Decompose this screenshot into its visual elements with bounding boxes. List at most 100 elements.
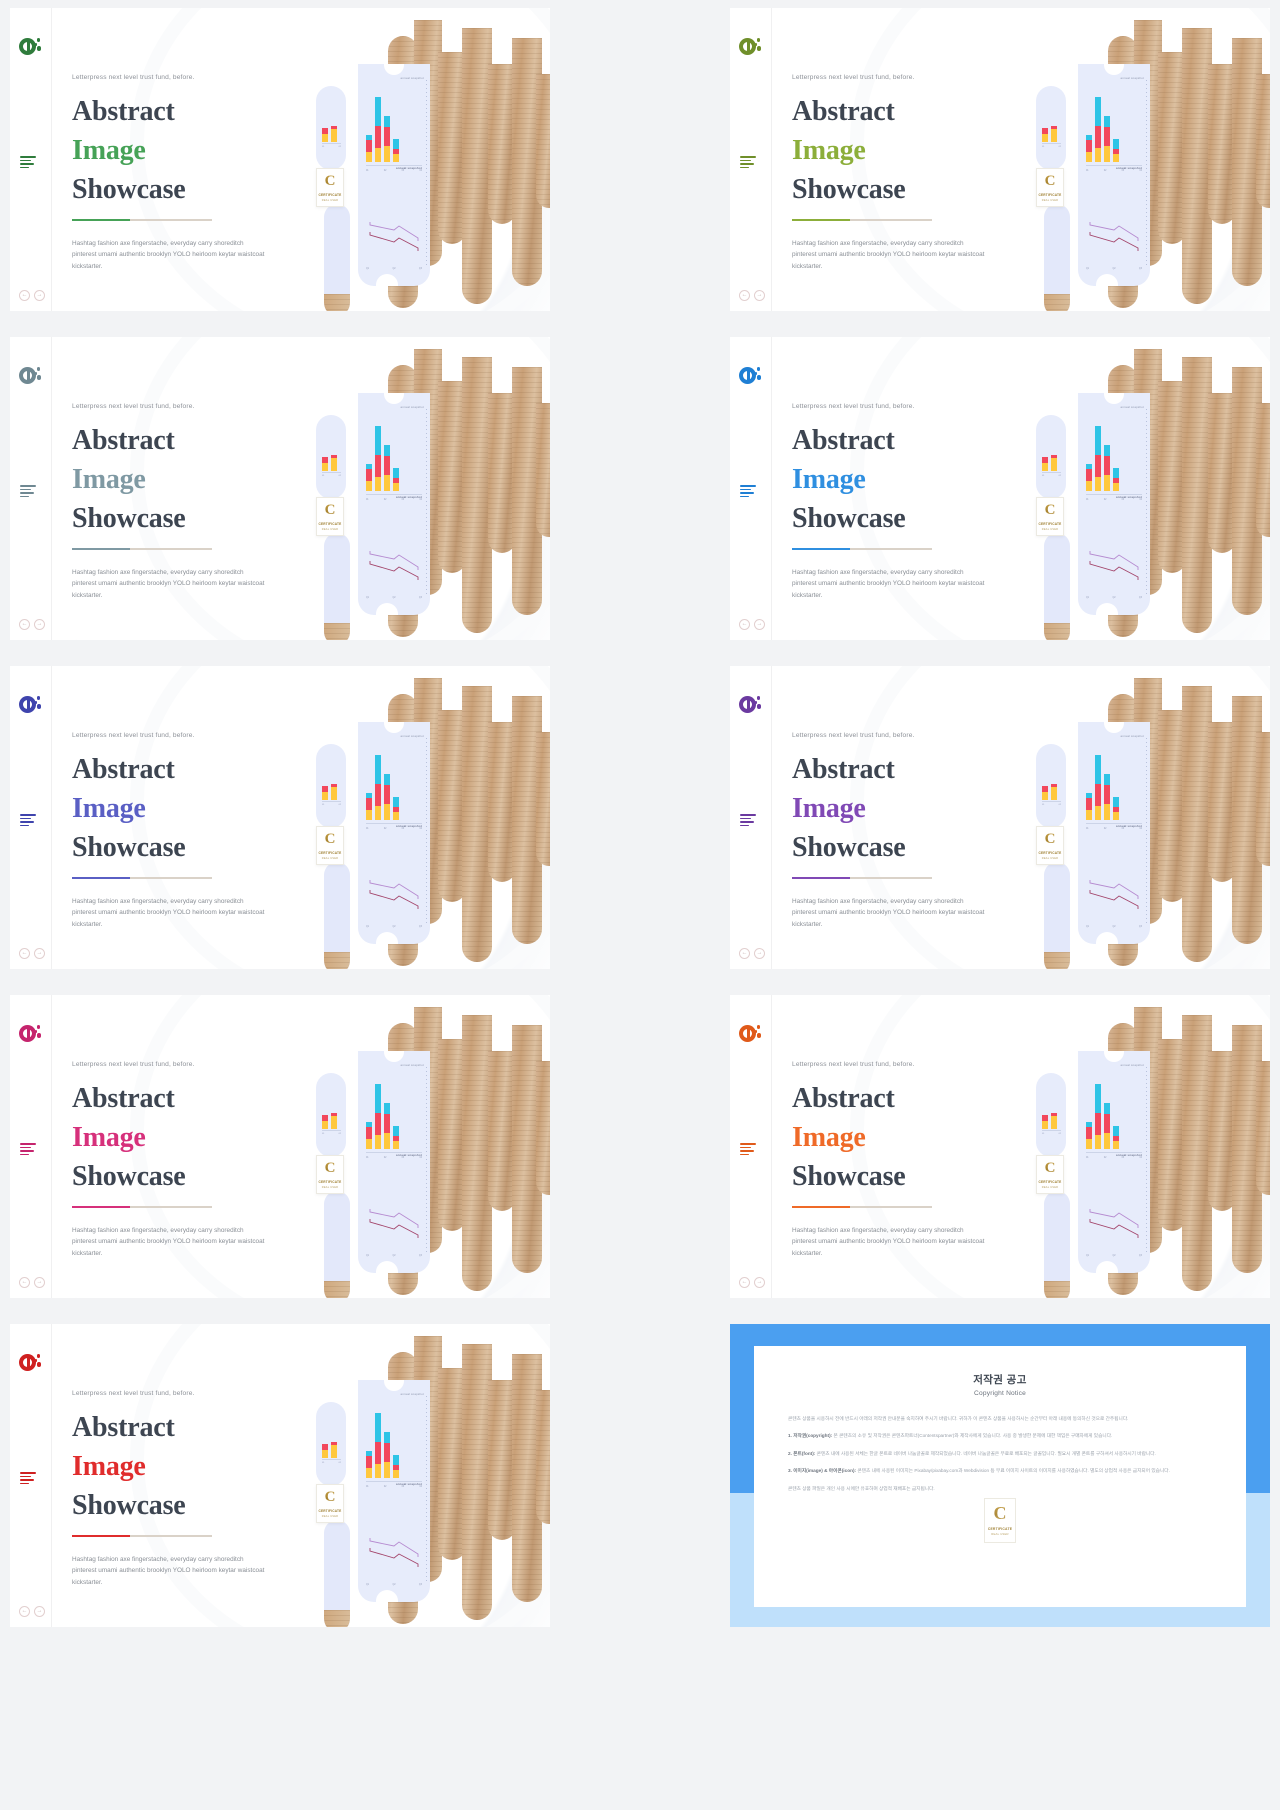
brand-logo-icon[interactable] (739, 1024, 761, 1046)
tick-label: 03 (401, 1157, 405, 1159)
slide-navigation[interactable]: ← → (19, 1606, 45, 1617)
slide-text-block: Letterpress next level trust fund, befor… (72, 74, 322, 272)
prev-arrow-icon[interactable]: ← (739, 948, 750, 959)
chart-panel: annual snapshot 01 02 03 04 annual snapshot… (358, 1380, 430, 1602)
chart-title-top: annual snapshot (400, 1392, 424, 1396)
brand-logo-icon[interactable] (19, 366, 41, 388)
next-arrow-icon[interactable]: → (754, 1277, 765, 1288)
slide-navigation[interactable]: ← → (19, 619, 45, 630)
body-blurb: Hashtag fashion axe fingerstache, everyd… (72, 1226, 265, 1257)
copyright-slide: 저작권 공고 Copyright Notice 콘텐츠 상품을 시용하시 전에 … (730, 1324, 1270, 1627)
title-line-1: Abstract (72, 1083, 175, 1114)
brand-logo-icon[interactable] (19, 1353, 41, 1375)
slide-card-indigo[interactable]: ← → Letterpress next level trust fund, b… (10, 666, 550, 969)
tick-label: Q1 (1086, 926, 1090, 928)
tick-label: 01 (322, 1133, 325, 1135)
title-line-2: Image (792, 793, 866, 824)
next-arrow-icon[interactable]: → (754, 948, 765, 959)
brand-logo-icon[interactable] (19, 695, 41, 717)
bar-segment-segment-c (375, 426, 381, 455)
bar-04 (393, 467, 399, 491)
slide-card-slate[interactable]: ← → Letterpress next level trust fund, b… (10, 337, 550, 640)
bar-segment-segment-a (1086, 152, 1092, 162)
brand-logo-icon[interactable] (19, 1024, 41, 1046)
title-line-1: Abstract (792, 1083, 895, 1114)
title-line-2: Image (72, 135, 146, 166)
prev-arrow-icon[interactable]: ← (19, 1606, 30, 1617)
prev-arrow-icon[interactable]: ← (19, 619, 30, 630)
bar-segment-segment-b (384, 1442, 390, 1462)
eyebrow-suffix: before. (892, 732, 915, 739)
tick-label: 03 (401, 1486, 405, 1488)
line-chart (1089, 880, 1139, 909)
slide-navigation[interactable]: ← → (19, 948, 45, 959)
brand-logo-icon[interactable] (19, 37, 41, 59)
line-chart (369, 880, 419, 909)
slide-card-red[interactable]: ← → Letterpress next level trust fund, b… (10, 1324, 550, 1627)
next-arrow-icon[interactable]: → (34, 290, 45, 301)
line-series-line-b (369, 890, 419, 909)
slide-navigation[interactable]: ← → (19, 290, 45, 301)
abstract-artwork: 01 02 annual snapshot 01 02 03 04 annual sna… (310, 1324, 550, 1627)
wood-drip-7 (1256, 732, 1270, 866)
tick-label: 01 (366, 170, 369, 172)
bar-04 (393, 138, 399, 162)
tick-label: 01 (366, 1157, 369, 1159)
panel-notch-top (1104, 393, 1124, 404)
bar-segment-segment-a (1104, 1132, 1110, 1149)
slide-card-blue[interactable]: ← → Letterpress next level trust fund, b… (730, 337, 1270, 640)
prev-arrow-icon[interactable]: ← (19, 290, 30, 301)
title-line-1: Abstract (792, 754, 895, 785)
bar-01 (1042, 1114, 1048, 1129)
next-arrow-icon[interactable]: → (34, 1277, 45, 1288)
slide-navigation[interactable]: ← → (739, 290, 765, 301)
brand-logo-icon[interactable] (739, 366, 761, 388)
slide-card-olive[interactable]: ← → Letterpress next level trust fund, b… (730, 8, 1270, 311)
panel-notch-bottom (376, 1590, 398, 1602)
prev-arrow-icon[interactable]: ← (19, 1277, 30, 1288)
slide-navigation[interactable]: ← → (739, 1277, 765, 1288)
bar-segment-segment-a (375, 476, 381, 491)
slide-navigation[interactable]: ← → (19, 1277, 45, 1288)
bar-02 (1051, 783, 1057, 800)
chart-panel: annual snapshot 01 02 03 04 annual snapshot… (358, 393, 430, 615)
text-lines-icon (20, 485, 36, 498)
prev-arrow-icon[interactable]: ← (19, 948, 30, 959)
chart-tick-rail (1146, 409, 1147, 595)
brand-logo-icon[interactable] (739, 37, 761, 59)
chart-x-ticks: 01 02 03 04 (366, 499, 422, 501)
bar-01 (322, 785, 328, 800)
brand-logo-icon[interactable] (739, 695, 761, 717)
title-line-2: Image (72, 793, 146, 824)
tick-label: 01 (322, 1462, 325, 1464)
bar-segment-segment-a (393, 1470, 399, 1478)
next-arrow-icon[interactable]: → (34, 948, 45, 959)
next-arrow-icon[interactable]: → (34, 1606, 45, 1617)
bar-03 (384, 444, 390, 491)
slide-navigation[interactable]: ← → (739, 948, 765, 959)
next-arrow-icon[interactable]: → (754, 619, 765, 630)
line-series-line-b (1089, 232, 1139, 251)
prev-arrow-icon[interactable]: ← (739, 1277, 750, 1288)
panel-notch-top (1104, 1051, 1124, 1062)
next-arrow-icon[interactable]: → (34, 619, 45, 630)
panel-notch-top (384, 1051, 404, 1062)
chart-title-mid: annual snapshot (396, 824, 422, 828)
bar-group (366, 97, 422, 162)
next-arrow-icon[interactable]: → (754, 290, 765, 301)
prev-arrow-icon[interactable]: ← (739, 290, 750, 301)
bar-segment-segment-b (375, 1441, 381, 1464)
tick-label: 02 (338, 1133, 341, 1135)
slide-card-purple[interactable]: ← → Letterpress next level trust fund, b… (730, 666, 1270, 969)
tick-label: 01 (366, 1486, 369, 1488)
prev-arrow-icon[interactable]: ← (739, 619, 750, 630)
blue-pill-lower (1044, 533, 1070, 640)
slide-card-green[interactable]: ← → Letterpress next level trust fund, b… (10, 8, 550, 311)
slide-navigation[interactable]: ← → (739, 619, 765, 630)
bar-01 (366, 1450, 372, 1478)
bar-segment-segment-c (384, 773, 390, 785)
slide-text-block: Letterpress next level trust fund, befor… (792, 403, 1042, 601)
slide-card-orange[interactable]: ← → Letterpress next level trust fund, b… (730, 995, 1270, 1298)
bar-segment-segment-b (1086, 798, 1092, 811)
slide-card-pink[interactable]: ← → Letterpress next level trust fund, b… (10, 995, 550, 1298)
